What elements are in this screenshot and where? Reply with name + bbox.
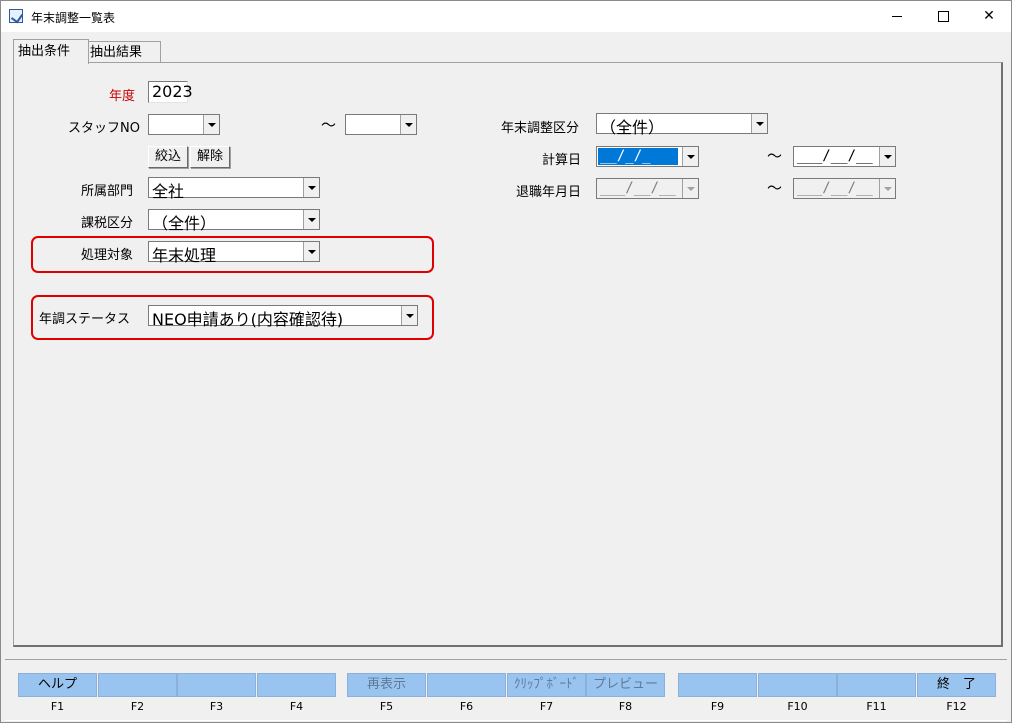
close-button[interactable]: ✕ bbox=[966, 1, 1012, 32]
f3-button[interactable] bbox=[177, 673, 256, 697]
retire-date-to-select[interactable]: ___/__/__ bbox=[793, 178, 896, 199]
calc-date-to-select[interactable]: ___/__/__ bbox=[793, 146, 896, 167]
calc-date-separator: ～ bbox=[767, 147, 783, 165]
retire-date-from-value: ___/__/__ bbox=[600, 180, 676, 196]
clear-button[interactable]: 解除 bbox=[190, 146, 230, 168]
calc-date-from-selection: __/_/_ bbox=[598, 148, 678, 165]
minimize-button[interactable] bbox=[874, 1, 920, 32]
calc-date-label: 計算日 bbox=[542, 153, 582, 168]
f8-preview-button[interactable]: プレビュー bbox=[586, 673, 665, 697]
f8-key-label: F8 bbox=[618, 700, 633, 713]
calc-date-from-select[interactable]: __/_/_ bbox=[596, 146, 699, 167]
maximize-icon bbox=[937, 10, 949, 22]
close-icon: ✕ bbox=[983, 8, 995, 24]
f5-refresh-button[interactable]: 再表示 bbox=[347, 673, 426, 697]
process-target-select[interactable]: 年末処理 bbox=[148, 241, 320, 265]
chevron-down-icon[interactable] bbox=[303, 242, 319, 261]
f10-button[interactable] bbox=[758, 673, 837, 697]
function-key-bar: ヘルプ F1 F2 F3 F4 再表示 F5 F6 ｸﾘｯﾌﾟﾎﾞｰﾄﾞ F7 … bbox=[5, 659, 1007, 721]
department-select[interactable]: 全社 bbox=[148, 177, 320, 201]
f9-button[interactable] bbox=[678, 673, 757, 697]
retire-date-separator: ～ bbox=[767, 179, 783, 197]
f9-key-label: F9 bbox=[710, 700, 725, 713]
chevron-down-icon[interactable] bbox=[303, 178, 319, 197]
staff-no-label: スタッフNO bbox=[68, 121, 140, 136]
f6-key-label: F6 bbox=[459, 700, 474, 713]
calc-date-to-value: ___/__/__ bbox=[797, 148, 873, 164]
app-icon bbox=[9, 9, 23, 23]
chevron-down-icon[interactable] bbox=[401, 306, 417, 325]
staff-no-to-select[interactable] bbox=[345, 114, 417, 135]
f7-clipboard-button[interactable]: ｸﾘｯﾌﾟﾎﾞｰﾄﾞ bbox=[507, 673, 586, 697]
adjust-status-value: NEO申請あり(内容確認待) bbox=[152, 310, 344, 329]
window-title: 年末調整一覧表 bbox=[31, 11, 116, 25]
title-bar: 年末調整一覧表 ✕ bbox=[1, 1, 1011, 32]
f2-key-label: F2 bbox=[130, 700, 145, 713]
f12-exit-button[interactable]: 終 了 bbox=[917, 673, 996, 697]
f5-key-label: F5 bbox=[379, 700, 394, 713]
f10-key-label: F10 bbox=[787, 700, 808, 713]
staff-no-separator: ～ bbox=[321, 116, 337, 134]
tax-class-label: 課税区分 bbox=[81, 216, 134, 231]
tab-extract-conditions[interactable]: 抽出条件 bbox=[13, 39, 89, 64]
chevron-down-icon[interactable] bbox=[879, 179, 895, 198]
f4-key-label: F4 bbox=[289, 700, 304, 713]
process-target-value: 年末処理 bbox=[152, 246, 217, 265]
maximize-button[interactable] bbox=[920, 1, 966, 32]
chevron-down-icon[interactable] bbox=[400, 115, 416, 134]
f1-help-button[interactable]: ヘルプ bbox=[18, 673, 97, 697]
app-window: 年末調整一覧表 ✕ 抽出条件 抽出結果 年度 2023 スタッフNO ～ 絞込 … bbox=[0, 0, 1012, 723]
year-end-class-label: 年末調整区分 bbox=[501, 121, 580, 136]
f11-button[interactable] bbox=[837, 673, 916, 697]
adjust-status-label: 年調ステータス bbox=[39, 312, 131, 327]
year-end-class-select[interactable]: （全件） bbox=[596, 113, 768, 137]
conditions-panel: 年度 2023 スタッフNO ～ 絞込 解除 所属部門 全社 課税区分 （全件） bbox=[13, 62, 1003, 647]
calc-date-from-value: __/_/_ bbox=[600, 148, 651, 164]
chevron-down-icon[interactable] bbox=[682, 147, 698, 166]
retire-date-label: 退職年月日 bbox=[516, 185, 582, 200]
chevron-down-icon[interactable] bbox=[303, 210, 319, 229]
f1-key-label: F1 bbox=[50, 700, 65, 713]
chevron-down-icon[interactable] bbox=[203, 115, 219, 134]
f3-key-label: F3 bbox=[209, 700, 224, 713]
chevron-down-icon[interactable] bbox=[879, 147, 895, 166]
chevron-down-icon[interactable] bbox=[751, 114, 767, 133]
year-end-class-value: （全件） bbox=[600, 118, 665, 137]
year-input[interactable]: 2023 bbox=[148, 81, 193, 103]
tab-extract-results[interactable]: 抽出結果 bbox=[85, 41, 161, 63]
retire-date-to-value: ___/__/__ bbox=[797, 180, 873, 196]
f6-button[interactable] bbox=[427, 673, 506, 697]
f4-button[interactable] bbox=[257, 673, 336, 697]
department-value: 全社 bbox=[152, 182, 185, 201]
f11-key-label: F11 bbox=[866, 700, 887, 713]
f7-key-label: F7 bbox=[539, 700, 554, 713]
retire-date-from-select[interactable]: ___/__/__ bbox=[596, 178, 699, 199]
adjust-status-select[interactable]: NEO申請あり(内容確認待) bbox=[148, 305, 418, 329]
f12-key-label: F12 bbox=[946, 700, 967, 713]
process-target-label: 処理対象 bbox=[81, 248, 134, 263]
tax-class-select[interactable]: （全件） bbox=[148, 209, 320, 233]
year-label: 年度 bbox=[109, 89, 136, 104]
year-value: 2023 bbox=[152, 82, 193, 101]
department-label: 所属部門 bbox=[81, 184, 134, 199]
tax-class-value: （全件） bbox=[152, 214, 217, 233]
chevron-down-icon[interactable] bbox=[682, 179, 698, 198]
minimize-icon bbox=[892, 15, 902, 17]
filter-button[interactable]: 絞込 bbox=[148, 146, 188, 168]
f2-button[interactable] bbox=[98, 673, 177, 697]
staff-no-from-select[interactable] bbox=[148, 114, 220, 135]
